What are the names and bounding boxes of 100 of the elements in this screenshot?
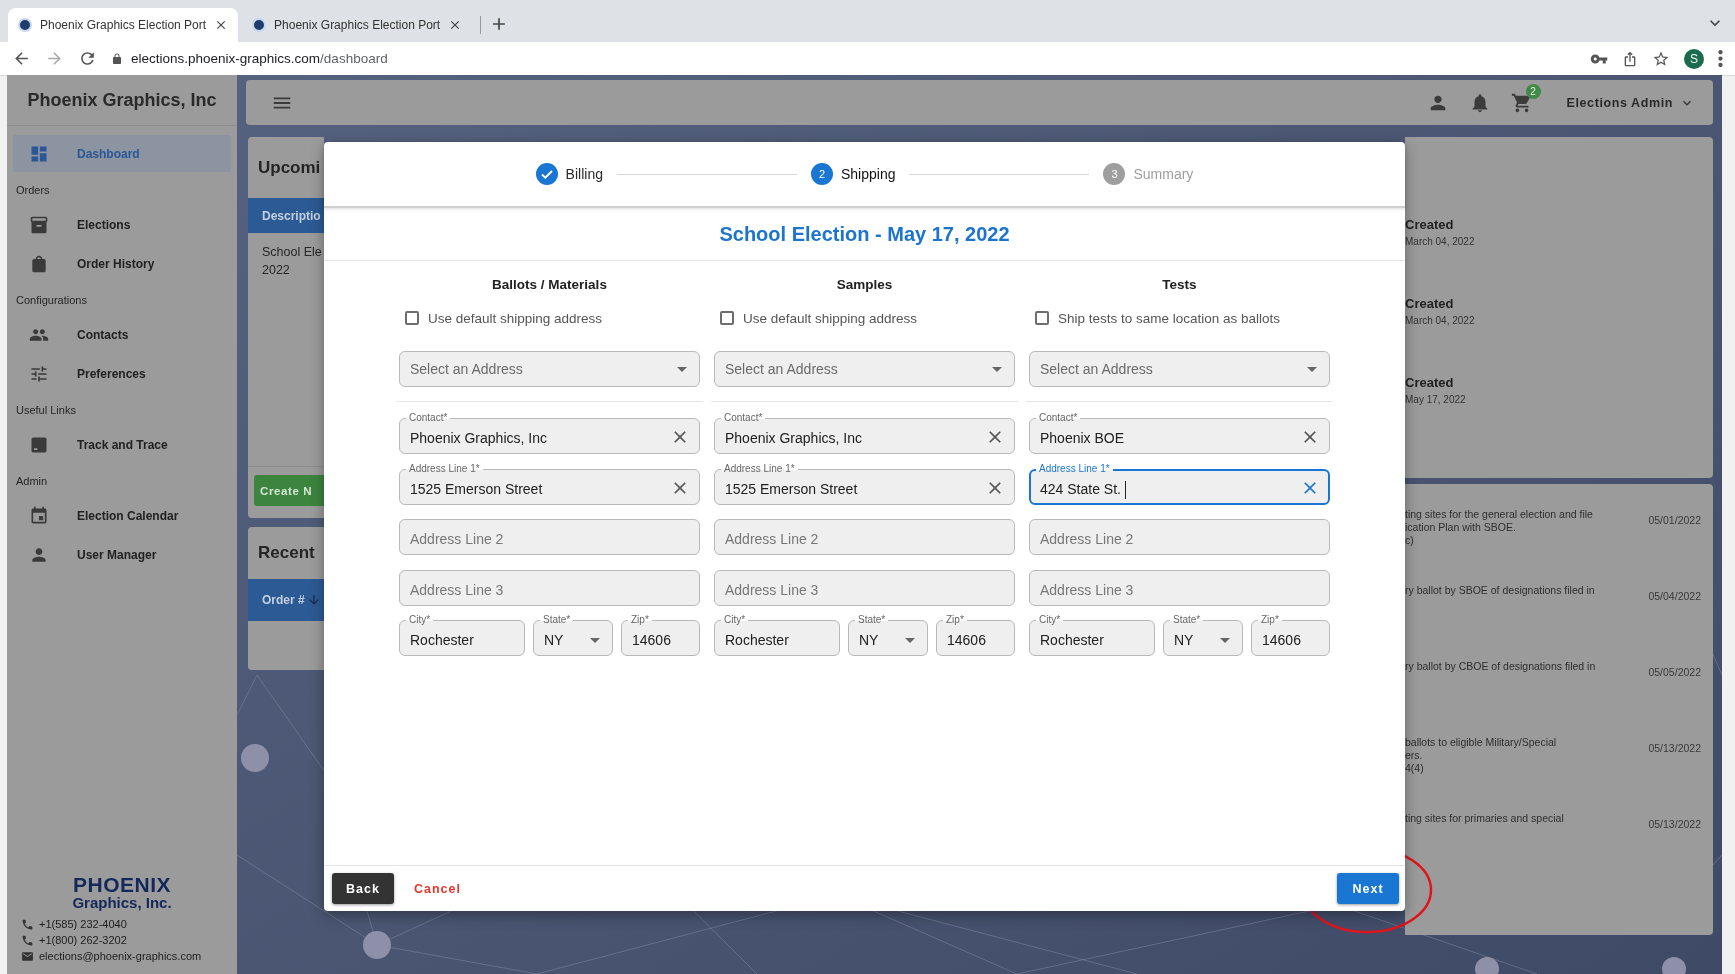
date-text: 05/04/2022 xyxy=(1648,590,1701,602)
browser-tab[interactable]: Phoenix Graphics Election Port xyxy=(8,8,239,42)
sidebar-item[interactable]: Track and Trace xyxy=(13,426,231,463)
field-label: Zip* xyxy=(628,614,652,626)
field-label: State* xyxy=(1170,614,1204,626)
table-header-cell: Descriptio xyxy=(248,198,324,233)
cart-badge: 2 xyxy=(1525,83,1541,99)
field-label: Address Line 1* xyxy=(1036,462,1113,475)
phone-number: +1(800) 262-3202 xyxy=(39,934,127,946)
step-number: 3 xyxy=(1103,163,1126,185)
step-label: Summary xyxy=(1133,166,1194,182)
field-label: Address Line 1* xyxy=(721,462,798,475)
date-text: March 04, 2022 xyxy=(1405,315,1476,326)
card-title: Upcomi xyxy=(257,156,322,179)
email-text: elections@phoenix-graphics.com xyxy=(39,950,202,962)
network-node xyxy=(241,744,269,772)
checkbox[interactable] xyxy=(1035,311,1049,325)
deadline-text: ry ballot by SBOE of designations filed in xyxy=(1405,584,1595,597)
phone-number: +1(585) 232-4040 xyxy=(39,918,127,930)
date-text: 05/13/2022 xyxy=(1648,742,1701,754)
back-icon xyxy=(12,49,31,68)
shopping-bag-icon xyxy=(29,253,49,274)
input-field[interactable]: Address Line 3 xyxy=(714,569,1015,606)
network-node xyxy=(363,931,391,959)
favicon-icon xyxy=(18,18,32,32)
field-label: City* xyxy=(406,614,434,626)
address-select[interactable]: Select an Address xyxy=(1029,351,1330,387)
caret-icon xyxy=(1220,637,1230,643)
column-heading: Ballots / Materials xyxy=(491,275,608,294)
field-label: Contact* xyxy=(721,412,766,424)
user-menu[interactable]: Elections Admin xyxy=(1566,94,1695,111)
date-text: 05/05/2022 xyxy=(1648,666,1701,678)
checkbox[interactable] xyxy=(405,311,419,325)
sidebar-item[interactable]: Election Calendar xyxy=(13,497,231,534)
field-label: City* xyxy=(1036,614,1064,626)
input-field[interactable]: Address Line 3 xyxy=(1029,569,1330,606)
column-heading: Samples xyxy=(835,275,894,294)
status-text: Created xyxy=(1405,217,1455,232)
field-label: Zip* xyxy=(1258,614,1282,626)
reload-icon xyxy=(78,49,97,68)
caret-icon xyxy=(905,637,915,643)
archive-box-icon xyxy=(29,214,49,235)
more-icon[interactable] xyxy=(1718,50,1723,67)
forward-icon xyxy=(45,49,64,68)
caret-icon xyxy=(992,366,1002,372)
phone-icon xyxy=(21,933,34,947)
section-heading: Configurations xyxy=(15,293,88,308)
back-button[interactable]: Back xyxy=(332,873,394,904)
sidebar-item[interactable]: User Manager xyxy=(13,536,231,573)
cancel-button[interactable]: Cancel xyxy=(414,881,461,896)
url-field[interactable]: elections.phoenix-graphics.com/dashboard xyxy=(111,51,1576,66)
input-field[interactable]: Address Line 3 xyxy=(399,569,700,606)
logo-text: PHOENIX xyxy=(73,874,171,895)
text-cursor xyxy=(1124,480,1126,499)
phone-icon xyxy=(21,917,34,931)
section-heading: Orders xyxy=(15,183,51,198)
date-text: March 04, 2022 xyxy=(1405,236,1476,247)
caret-icon xyxy=(1307,366,1317,372)
checkbox[interactable] xyxy=(720,311,734,325)
sidebar-item[interactable]: Preferences xyxy=(13,355,231,392)
address-select[interactable]: Select an Address xyxy=(714,351,1015,387)
field-label: Address Line 1* xyxy=(406,462,483,475)
step-label: Shipping xyxy=(840,166,896,182)
mail-icon xyxy=(21,949,34,963)
step-number: 2 xyxy=(810,163,833,185)
deadline-text: ting sites for the general election and file ication Plan with SBOE. c) xyxy=(1405,508,1593,547)
network-node xyxy=(1662,957,1686,974)
input-field[interactable]: Address Line 2 xyxy=(399,519,700,555)
calendar-icon xyxy=(29,505,49,526)
table-header-cell[interactable]: Order # xyxy=(248,579,324,621)
sidebar-item[interactable]: Contacts xyxy=(13,316,231,353)
deadline-text: ballots to eligible Military/Special ers. 4(4) xyxy=(1405,736,1557,775)
checkbox-label: Use default shipping address xyxy=(428,310,603,326)
section-heading: Useful Links xyxy=(15,403,77,418)
sidebar-item[interactable]: Order History xyxy=(13,245,231,282)
profile-avatar[interactable]: S xyxy=(1684,48,1704,69)
status-text: Created xyxy=(1405,296,1455,311)
input-field[interactable]: Address Line 2 xyxy=(1029,519,1330,555)
checkbox-label: Use default shipping address xyxy=(743,310,918,326)
logo-text: Graphics, Inc. xyxy=(72,895,172,910)
field-label: Contact* xyxy=(406,412,451,424)
create-button[interactable]: Create N xyxy=(254,475,324,506)
field-label: State* xyxy=(855,614,889,626)
input-field[interactable]: Address Line 2 xyxy=(714,519,1015,555)
field-label: State* xyxy=(540,614,574,626)
caret-icon xyxy=(677,366,687,372)
browser-tab[interactable]: Phoenix Graphics Election Port xyxy=(242,8,473,42)
network-node xyxy=(1475,957,1499,974)
section-heading: Admin xyxy=(15,474,49,489)
address-select[interactable]: Select an Address xyxy=(399,351,700,387)
field-label: Zip* xyxy=(943,614,967,626)
next-button[interactable]: Next xyxy=(1337,873,1399,904)
sidebar-item[interactable]: Elections xyxy=(13,206,231,243)
date-text: 05/13/2022 xyxy=(1648,818,1701,830)
column-heading: Tests xyxy=(1161,275,1198,294)
card-title: Recent xyxy=(257,542,316,564)
field-label: City* xyxy=(721,614,749,626)
caret-icon xyxy=(590,637,600,643)
table-cell-text: School Ele 2022 xyxy=(261,244,323,279)
modal-title: School Election - May 17, 2022 xyxy=(324,208,1405,261)
